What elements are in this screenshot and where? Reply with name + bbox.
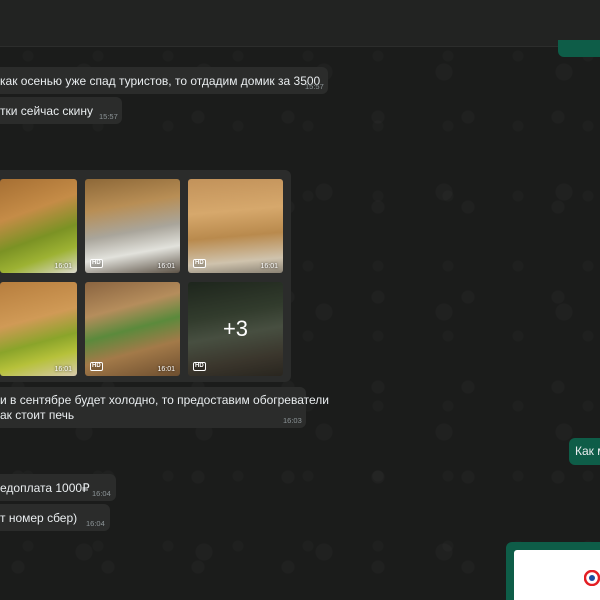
- hd-badge: HD: [90, 259, 103, 268]
- sent-message-text: Как м: [575, 444, 600, 458]
- message-text: тки сейчас скину: [0, 104, 93, 118]
- hd-badge: HD: [193, 362, 206, 371]
- photo-time: 16:01: [157, 366, 175, 373]
- message-text-line: ак стоит печь: [0, 408, 75, 422]
- message-text: т номер сбер): [0, 511, 78, 525]
- chat-pane[interactable]: как осенью уже спад туристов, то отдадим…: [0, 0, 600, 600]
- photo-thumbnail[interactable]: HD 16:01: [85, 179, 180, 273]
- photo-thumbnail[interactable]: HD 16:01: [188, 179, 283, 273]
- message-time: 16:04: [86, 519, 105, 528]
- chat-header: [0, 0, 600, 47]
- message-text-line: и в сентябре будет холодно, то предостав…: [0, 393, 329, 407]
- message-time: 15:57: [305, 82, 324, 91]
- link-preview[interactable]: С: [514, 550, 600, 600]
- message-text: едоплата 1000₽: [0, 481, 90, 495]
- sent-message-edge[interactable]: [558, 40, 600, 57]
- photo-thumbnail[interactable]: 16:01: [0, 282, 77, 376]
- message-bubble[interactable]: как осенью уже спад туристов, то отдадим…: [0, 67, 328, 94]
- sent-link-card[interactable]: С: [506, 542, 600, 600]
- sent-message-bubble[interactable]: Как м: [569, 438, 600, 465]
- message-bubble[interactable]: т номер сбер) 16:04: [0, 504, 110, 531]
- message-bubble[interactable]: тки сейчас скину 15:57: [0, 97, 122, 124]
- photo-thumbnail-more[interactable]: +3 HD: [188, 282, 283, 376]
- photo-thumbnail[interactable]: HD 16:01: [85, 282, 180, 376]
- media-album[interactable]: 16:01 HD 16:01 HD 16:01 16:01 HD 16:01 +…: [0, 170, 291, 382]
- message-bubble[interactable]: и в сентябре будет холодно, то предостав…: [0, 387, 329, 428]
- photo-time: 16:01: [54, 366, 72, 373]
- hd-badge: HD: [90, 362, 103, 371]
- photo-time: 16:01: [260, 263, 278, 270]
- message-bubble[interactable]: едоплата 1000₽ 16:04: [0, 474, 116, 501]
- hd-badge: HD: [193, 259, 206, 268]
- bank-logo-icon: [584, 570, 600, 586]
- message-time: 15:57: [99, 112, 118, 121]
- photo-time: 16:01: [54, 263, 72, 270]
- photo-thumbnail[interactable]: 16:01: [0, 179, 77, 273]
- photo-time: 16:01: [157, 263, 175, 270]
- message-time: 16:03: [283, 416, 302, 425]
- message-text: как осенью уже спад туристов, то отдадим…: [0, 74, 321, 88]
- message-time: 16:04: [92, 489, 111, 498]
